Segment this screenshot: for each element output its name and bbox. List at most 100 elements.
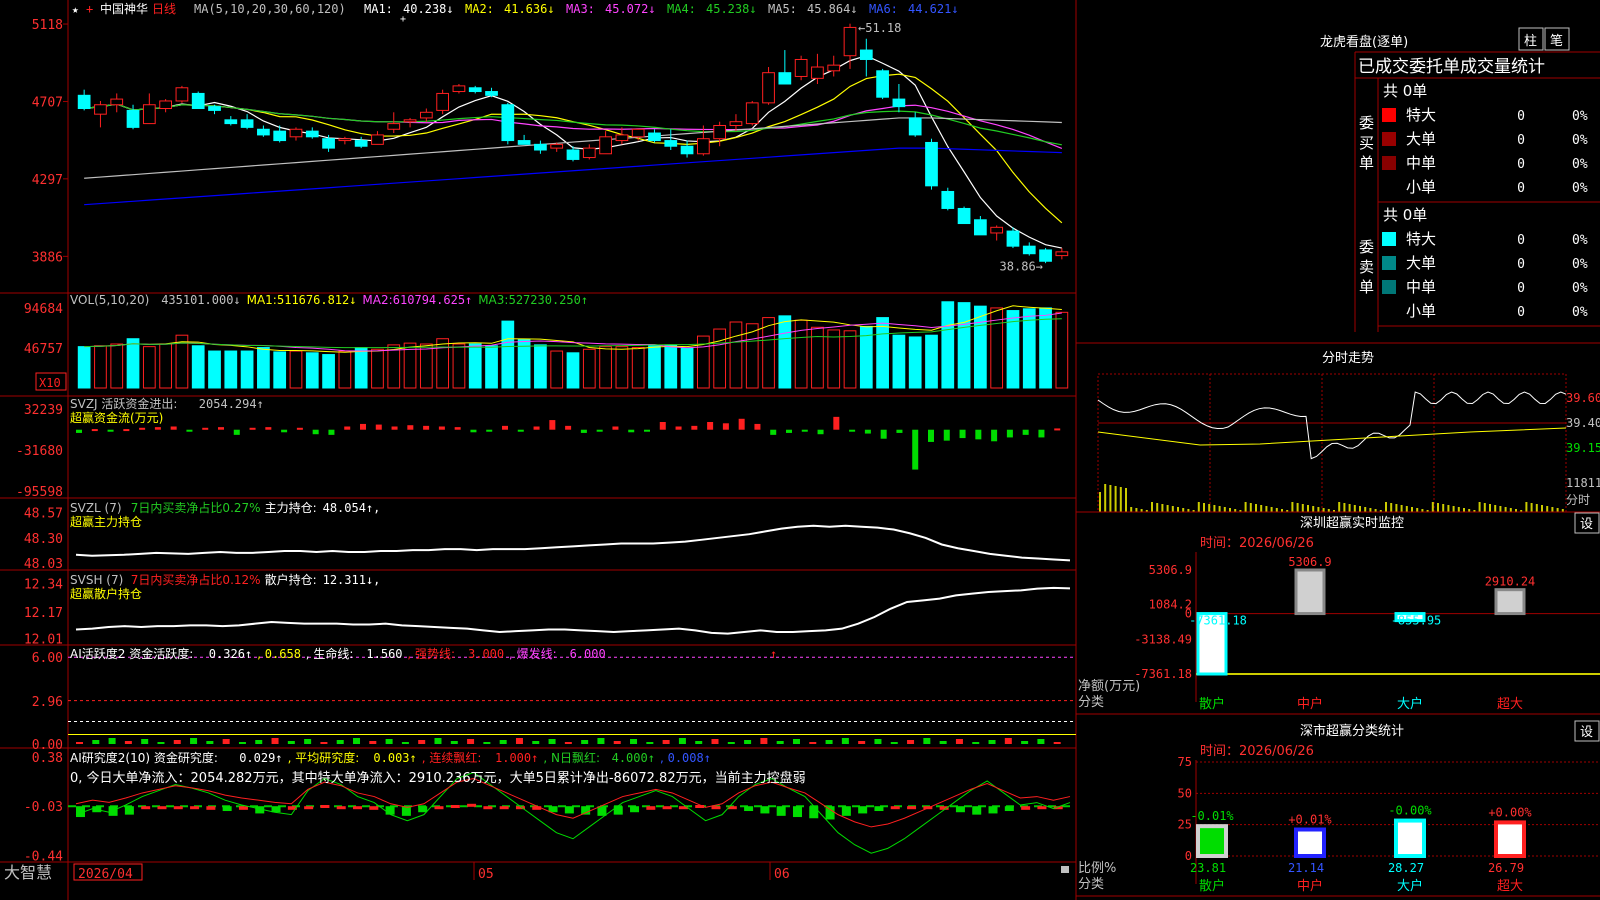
order-pct: 0% — [1572, 181, 1588, 196]
vol-bar — [338, 350, 352, 389]
ai-active-bar — [222, 739, 230, 744]
ai-active-bar — [972, 742, 980, 744]
svzj-bar — [344, 426, 351, 430]
svzj-bar — [943, 429, 950, 441]
svsh-tick: 12.01 — [24, 633, 63, 648]
research-bar — [972, 806, 982, 815]
research-bar — [1004, 806, 1014, 812]
research-bar — [776, 806, 786, 816]
candle-body — [240, 119, 254, 128]
svzj-bar — [139, 427, 146, 430]
research-bar — [450, 805, 460, 808]
svzj-bar — [1038, 429, 1045, 438]
svsh-tick: 12.34 — [24, 578, 63, 593]
price-tick: 3886 — [32, 250, 63, 265]
fenshi-bottom-label: 分时 — [1566, 493, 1590, 507]
vol-bar — [876, 317, 889, 389]
bar-mode-label: 柱 — [1524, 34, 1537, 49]
ai-active-bar — [695, 741, 703, 744]
panel-tick: -3138.49 — [1134, 632, 1192, 646]
svzj-bar — [391, 426, 398, 430]
svzj-tick: 32239 — [24, 403, 63, 418]
order-color-swatch — [1382, 108, 1396, 122]
candle-body — [534, 143, 547, 151]
fenshi-vol-bar — [1322, 508, 1325, 512]
stock-terminal-screen: ★ + 中国神华 日线 MA(5,10,20,30,60,120) MA1: 40.238↓… — [0, 0, 1600, 900]
candle-body — [77, 94, 91, 110]
ai-active-bar — [1037, 739, 1045, 744]
candle-body — [957, 207, 971, 225]
candle-body — [582, 147, 596, 159]
order-type-label: 特大 — [1406, 230, 1436, 248]
research-bar — [206, 806, 216, 810]
svsh-tick: 12.17 — [24, 606, 63, 621]
ai-active-bar — [92, 740, 100, 744]
fenshi-vol-bar — [1213, 505, 1216, 512]
ai-active-bar — [890, 742, 898, 744]
vol-bar — [159, 343, 172, 389]
research-bar — [157, 806, 167, 810]
research-bar — [597, 806, 607, 816]
fenshi-vol-bar — [1525, 502, 1528, 512]
order-pct: 0% — [1572, 157, 1588, 172]
candle-body — [1055, 251, 1069, 257]
ma-label: MA2: — [465, 2, 494, 16]
candle-body — [1006, 230, 1020, 247]
fenshi-vol-bar — [1546, 506, 1549, 512]
fenshi-vol-bar — [1197, 502, 1200, 512]
fenshi-tick: 39.60 — [1566, 391, 1600, 405]
candle-body — [468, 87, 482, 93]
candle-body — [990, 226, 1004, 234]
fenshi-vol-bar — [1156, 503, 1159, 512]
panel-tick: 5306.9 — [1149, 563, 1192, 577]
svzj-bar — [691, 425, 698, 430]
fenshi-vol-bar — [1270, 507, 1273, 512]
candle-body — [436, 92, 450, 111]
legend-value: 6.000 — [570, 647, 606, 661]
legend-value: 435101.000↓ — [161, 293, 240, 307]
candle-body — [550, 143, 564, 149]
fenshi-vol-bar — [1166, 505, 1169, 512]
fenshi-vol-bar — [1452, 506, 1455, 512]
fenshi-vol-bar — [1478, 502, 1481, 512]
legend-label: AI研究度2(10) 资金研究度: — [70, 750, 218, 765]
order-color-swatch — [1382, 280, 1396, 294]
research-bar — [564, 806, 574, 814]
fenshi-vol-bar — [1255, 504, 1257, 512]
fenshi-vol-bar — [1416, 508, 1419, 512]
svzj-bar — [912, 429, 919, 470]
order-pct: 0% — [1572, 109, 1588, 124]
fenshi-vol-label: 11811 — [1566, 476, 1600, 490]
fenshi-price-line — [1097, 391, 1567, 460]
research-bar — [124, 806, 134, 815]
date-label: 2026/04 — [78, 867, 133, 882]
ai-active-bar — [1053, 742, 1061, 744]
svzj-bar — [928, 429, 934, 442]
svzj-bar — [312, 429, 319, 435]
price-tick: 5118 — [32, 18, 63, 33]
legend-value: 0.326↑ — [209, 647, 252, 661]
research-bar — [907, 806, 917, 810]
panel-category: 中户 — [1297, 878, 1323, 894]
stock-name: 中国神华 — [100, 1, 148, 16]
legend-value: 3.000 — [468, 647, 504, 661]
fenshi-tick: 39.40 — [1566, 416, 1600, 430]
order-side-label: 买 — [1359, 134, 1374, 152]
panel-axis-title: 比例% — [1078, 861, 1116, 876]
research-bar — [141, 806, 151, 810]
ai-active-bar — [499, 740, 507, 744]
fenshi-vol-bar — [1489, 504, 1491, 512]
candle-body — [354, 140, 368, 147]
candle-body — [191, 92, 205, 110]
candle-body — [892, 98, 906, 108]
research-bar — [711, 806, 721, 810]
vol-bar — [925, 334, 938, 389]
svzj-bar — [502, 425, 508, 430]
fenshi-vol-bar — [1161, 504, 1164, 512]
ai-research-tick: -0.03 — [24, 800, 63, 815]
research-bar — [581, 806, 591, 815]
ai-active-bar — [532, 741, 540, 744]
svzj-bar — [549, 420, 556, 430]
fenshi-vol-bar — [1130, 507, 1133, 512]
vol-bar — [224, 350, 238, 389]
